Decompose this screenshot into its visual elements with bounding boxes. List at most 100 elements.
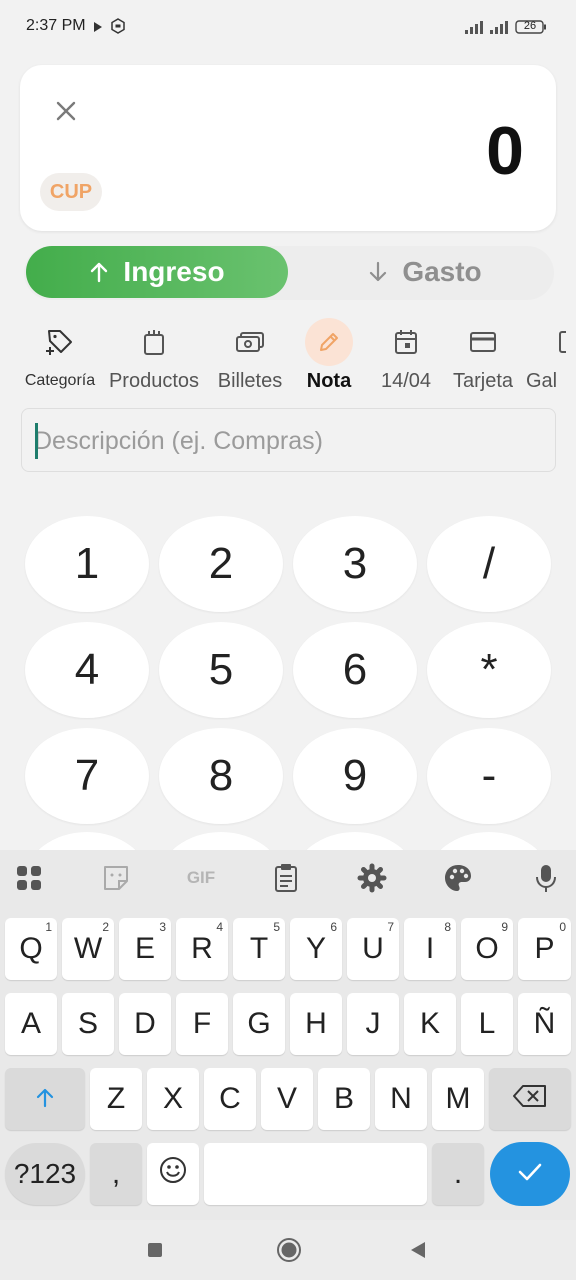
- sticker-icon[interactable]: [100, 862, 132, 894]
- option-card[interactable]: Tarjeta: [446, 312, 520, 396]
- signal-icon-2: [489, 20, 511, 39]
- tag-add-icon: [36, 318, 84, 366]
- numpad-key-multiply[interactable]: *: [427, 622, 551, 718]
- key-label: T: [249, 932, 269, 965]
- key-t[interactable]: T5: [233, 918, 285, 980]
- close-button[interactable]: [50, 95, 82, 127]
- numpad-key-5[interactable]: 5: [159, 622, 283, 718]
- option-bills-label: Billetes: [217, 370, 283, 392]
- key-h[interactable]: H: [290, 993, 342, 1055]
- key-x[interactable]: X: [147, 1068, 199, 1130]
- palette-icon[interactable]: [442, 862, 474, 894]
- numpad-key-4[interactable]: 4: [25, 622, 149, 718]
- symbols-key[interactable]: ?123: [5, 1143, 85, 1205]
- enter-key[interactable]: [490, 1142, 570, 1206]
- back-button[interactable]: [409, 1241, 427, 1264]
- shift-icon: [34, 1082, 56, 1116]
- numpad-key-1[interactable]: 1: [25, 516, 149, 612]
- option-products[interactable]: Productos: [104, 312, 204, 396]
- key-q[interactable]: Q1: [5, 918, 57, 980]
- clipboard-icon[interactable]: [270, 862, 302, 894]
- key-i[interactable]: I8: [404, 918, 456, 980]
- microphone-icon[interactable]: [530, 862, 562, 894]
- numpad-key-3[interactable]: 3: [293, 516, 417, 612]
- key-label: E: [134, 932, 155, 965]
- numpad-key-9[interactable]: 9: [293, 728, 417, 824]
- numpad: 1 2 3 / 4 5 6 * 7 8 9 -: [0, 510, 576, 850]
- numpad-key-minus[interactable]: -: [427, 728, 551, 824]
- calendar-icon: [382, 318, 430, 366]
- key-label: P: [534, 932, 555, 965]
- emoji-key[interactable]: [147, 1143, 199, 1205]
- option-gallery[interactable]: Gal: [526, 312, 576, 396]
- key-a[interactable]: A: [5, 993, 57, 1055]
- shift-key[interactable]: [5, 1068, 85, 1130]
- key-g[interactable]: G: [233, 993, 285, 1055]
- income-tab[interactable]: Ingreso: [26, 246, 288, 298]
- option-bills[interactable]: Billetes: [212, 312, 288, 396]
- numpad-key-hidden-4[interactable]: [427, 832, 551, 850]
- gif-icon[interactable]: GIF: [180, 862, 222, 894]
- currency-chip[interactable]: CUP: [40, 173, 102, 211]
- numpad-key-hidden-2[interactable]: [159, 832, 283, 850]
- check-icon: [516, 1161, 544, 1188]
- numpad-key-hidden-1[interactable]: [25, 832, 149, 850]
- option-date[interactable]: 14/04: [370, 312, 442, 396]
- amount-value: 0: [486, 113, 524, 189]
- key-label: Y: [305, 932, 326, 965]
- key-w[interactable]: W2: [62, 918, 114, 980]
- key-d[interactable]: D: [119, 993, 171, 1055]
- transaction-type-toggle: Ingreso Gasto: [24, 246, 554, 300]
- battery-icon: 26: [515, 19, 547, 40]
- numpad-key-divide[interactable]: /: [427, 516, 551, 612]
- settings-icon[interactable]: [356, 862, 388, 894]
- expense-tab[interactable]: Gasto: [300, 246, 550, 298]
- key-r[interactable]: R4: [176, 918, 228, 980]
- category-options-row: Categoría Productos Billetes Nota 14/04 …: [0, 312, 576, 396]
- option-category[interactable]: Categoría: [22, 312, 98, 396]
- recent-apps-button[interactable]: [147, 1242, 163, 1263]
- key-l[interactable]: L: [461, 993, 513, 1055]
- space-key[interactable]: [204, 1143, 427, 1205]
- numpad-key-6[interactable]: 6: [293, 622, 417, 718]
- app-notification-icon: [110, 18, 126, 39]
- key-f[interactable]: F: [176, 993, 228, 1055]
- key-u[interactable]: U7: [347, 918, 399, 980]
- comma-key[interactable]: ,: [90, 1143, 142, 1205]
- key-p[interactable]: P0: [518, 918, 571, 980]
- key-o[interactable]: O9: [461, 918, 513, 980]
- key-hint: 2: [102, 920, 109, 934]
- description-input[interactable]: [34, 421, 539, 461]
- numpad-key-2[interactable]: 2: [159, 516, 283, 612]
- key-m[interactable]: M: [432, 1068, 484, 1130]
- option-card-label: Tarjeta: [452, 370, 514, 392]
- key-e[interactable]: E3: [119, 918, 171, 980]
- backspace-icon: [512, 1082, 548, 1116]
- option-note[interactable]: Nota: [298, 312, 360, 396]
- backspace-key[interactable]: [489, 1068, 571, 1130]
- home-button[interactable]: [276, 1237, 302, 1268]
- key-z[interactable]: Z: [90, 1068, 142, 1130]
- numpad-key-7[interactable]: 7: [25, 728, 149, 824]
- period-key[interactable]: .: [432, 1143, 484, 1205]
- income-tab-label: Ingreso: [123, 256, 225, 287]
- key-y[interactable]: Y6: [290, 918, 342, 980]
- key-j[interactable]: J: [347, 993, 399, 1055]
- option-note-label: Nota: [306, 370, 352, 392]
- key-c[interactable]: C: [204, 1068, 256, 1130]
- key-k[interactable]: K: [404, 993, 456, 1055]
- option-category-label: Categoría: [24, 372, 96, 389]
- numpad-key-8[interactable]: 8: [159, 728, 283, 824]
- key-label: W: [73, 932, 103, 965]
- apps-icon[interactable]: [13, 862, 45, 894]
- emoji-icon: [158, 1155, 188, 1193]
- numpad-key-hidden-3[interactable]: [293, 832, 417, 850]
- description-field[interactable]: [21, 408, 556, 472]
- status-bar: 2:37 PM 26: [0, 0, 576, 56]
- key-n[interactable]: N: [375, 1068, 427, 1130]
- option-date-label: 14/04: [380, 370, 432, 392]
- key-b[interactable]: B: [318, 1068, 370, 1130]
- key-v[interactable]: V: [261, 1068, 313, 1130]
- key-s[interactable]: S: [62, 993, 114, 1055]
- key-enye[interactable]: Ñ: [518, 993, 571, 1055]
